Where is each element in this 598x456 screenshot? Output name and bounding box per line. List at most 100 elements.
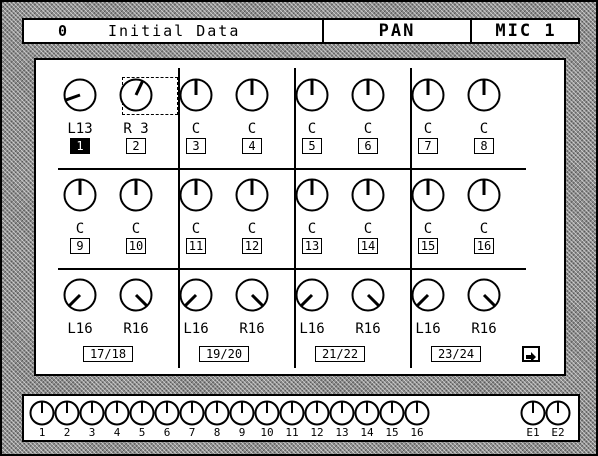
channel-select-button[interactable]: 10 (126, 238, 146, 254)
channel-select-button[interactable]: 8 (474, 138, 494, 154)
channel-select-button[interactable]: 12 (242, 238, 262, 254)
knob-icon (411, 178, 445, 212)
channel-select-button[interactable]: 11 (186, 238, 206, 254)
pan-value-label: L16 (299, 321, 325, 337)
pan-knob[interactable] (63, 178, 97, 212)
pan-knob[interactable] (63, 78, 97, 112)
knob-icon (411, 278, 445, 312)
mini-knob-label: 8 (213, 426, 221, 439)
pan-knob[interactable] (235, 278, 269, 312)
pan-value-label: L16 (415, 321, 441, 337)
mini-knob-label: 5 (138, 426, 146, 439)
mini-pan-knob[interactable] (179, 400, 205, 426)
pan-value-label: R 3 (123, 121, 149, 137)
mini-pan-knob[interactable] (204, 400, 230, 426)
pan-knob[interactable] (467, 78, 501, 112)
channel-pair-button[interactable]: 19/20 (199, 346, 249, 362)
mini-pan-knob[interactable] (129, 400, 155, 426)
channel-select-button[interactable]: 5 (302, 138, 322, 154)
knob-icon (235, 78, 269, 112)
knob-icon (119, 178, 153, 212)
mini-pan-knob[interactable] (104, 400, 130, 426)
channel-select-button[interactable]: 16 (474, 238, 494, 254)
mini-pan-knob[interactable] (304, 400, 330, 426)
channel-pair-button[interactable]: 23/24 (431, 346, 481, 362)
source-title: MIC 1 (495, 21, 557, 41)
knob-icon (354, 400, 380, 426)
channel-select-button[interactable]: 3 (186, 138, 206, 154)
mini-knob-label: 12 (310, 426, 324, 439)
channel-pair-button[interactable]: 21/22 (315, 346, 365, 362)
pan-knob[interactable] (295, 78, 329, 112)
mini-pan-knob[interactable] (279, 400, 305, 426)
knob-icon (119, 278, 153, 312)
mini-knob-label: E1 (526, 426, 540, 439)
knob-icon (279, 400, 305, 426)
mini-knob-label: 9 (238, 426, 246, 439)
channel-select-button[interactable]: 13 (302, 238, 322, 254)
channel-select-button[interactable]: 15 (418, 238, 438, 254)
knob-icon (179, 400, 205, 426)
row-divider (58, 168, 526, 170)
pan-knob[interactable] (235, 78, 269, 112)
pan-knob[interactable] (179, 78, 213, 112)
arrow-right-icon (526, 352, 536, 362)
mini-knob-label: 7 (188, 426, 196, 439)
pan-knob[interactable] (411, 278, 445, 312)
mini-pan-knob[interactable] (79, 400, 105, 426)
pan-knob[interactable] (119, 78, 153, 112)
knob-icon (179, 278, 213, 312)
pan-value-label: L13 (67, 121, 93, 137)
mini-knob-label: 4 (113, 426, 121, 439)
pan-knob[interactable] (295, 178, 329, 212)
knob-icon (104, 400, 130, 426)
pan-knob[interactable] (351, 78, 385, 112)
knob-icon (254, 400, 280, 426)
channel-select-button[interactable]: 2 (126, 138, 146, 154)
channel-select-button[interactable]: 14 (358, 238, 378, 254)
next-page-button[interactable] (522, 346, 540, 362)
scene-name: Initial Data (108, 22, 241, 40)
mini-knob-label: 13 (335, 426, 349, 439)
pan-knob[interactable] (467, 278, 501, 312)
mini-pan-knob[interactable] (354, 400, 380, 426)
knob-icon (467, 78, 501, 112)
mini-pan-knob[interactable] (379, 400, 405, 426)
channel-select-button[interactable]: 4 (242, 138, 262, 154)
mini-pan-knob[interactable] (154, 400, 180, 426)
channel-pair-button[interactable]: 17/18 (83, 346, 133, 362)
pan-knob[interactable] (411, 178, 445, 212)
mini-pan-knob[interactable] (29, 400, 55, 426)
pan-value-label: R16 (123, 321, 149, 337)
mini-pan-knob[interactable] (520, 400, 546, 426)
knob-icon (179, 78, 213, 112)
knob-icon (304, 400, 330, 426)
knob-icon (404, 400, 430, 426)
pan-knob[interactable] (179, 178, 213, 212)
mini-pan-knob[interactable] (404, 400, 430, 426)
channel-select-button[interactable]: 1 (70, 138, 90, 154)
mini-pan-knob[interactable] (254, 400, 280, 426)
pan-knob[interactable] (351, 278, 385, 312)
mini-pan-knob[interactable] (54, 400, 80, 426)
pan-knob[interactable] (119, 178, 153, 212)
channel-select-button[interactable]: 6 (358, 138, 378, 154)
channel-select-button[interactable]: 7 (418, 138, 438, 154)
pan-knob[interactable] (235, 178, 269, 212)
pan-knob[interactable] (295, 278, 329, 312)
knob-icon (129, 400, 155, 426)
pan-knob[interactable] (119, 278, 153, 312)
pan-knob[interactable] (179, 278, 213, 312)
pan-knob[interactable] (351, 178, 385, 212)
mini-pan-knob[interactable] (329, 400, 355, 426)
knob-icon (467, 178, 501, 212)
mini-pan-knob[interactable] (229, 400, 255, 426)
pan-knob[interactable] (467, 178, 501, 212)
pan-knob[interactable] (411, 78, 445, 112)
pan-knob[interactable] (63, 278, 97, 312)
mini-pan-knob[interactable] (545, 400, 571, 426)
knob-icon (351, 178, 385, 212)
header-bar: 0 Initial Data PAN MIC 1 (22, 18, 580, 44)
channel-select-button[interactable]: 9 (70, 238, 90, 254)
pan-value-label: R16 (355, 321, 381, 337)
